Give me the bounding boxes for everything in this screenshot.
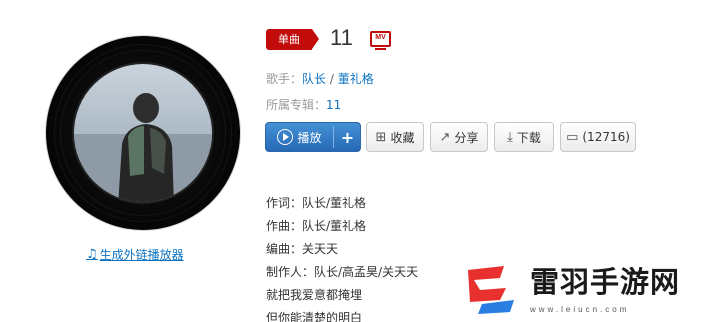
play-icon xyxy=(277,129,294,145)
badge-tip xyxy=(312,29,319,49)
mv-icon[interactable]: MV xyxy=(370,31,391,50)
download-icon: ⤓ xyxy=(507,129,513,145)
song-title: 11 xyxy=(330,25,353,50)
download-label: 下载 xyxy=(516,130,541,145)
comment-count: (12716) xyxy=(582,130,630,144)
album-label: 所属专辑： xyxy=(266,98,327,112)
singer-row: 歌手：队长 / 董礼格 xyxy=(266,70,374,87)
lyric-line: 就把我爱意都掩埋 xyxy=(266,288,363,302)
lyric-line: 编曲：关天天 xyxy=(266,242,339,256)
share-label: 分享 xyxy=(454,130,479,145)
collect-button[interactable]: ⊞ 收藏 xyxy=(366,122,424,152)
cover-artwork xyxy=(74,64,212,202)
singer-link-1[interactable]: 队长 xyxy=(302,72,326,86)
play-button[interactable]: 播放 xyxy=(266,123,333,151)
generate-embed-player-link[interactable]: ♫ 生成外链播放器 xyxy=(86,246,184,263)
singer-separator: / xyxy=(326,72,338,86)
comment-icon: ▭ xyxy=(566,129,579,145)
comment-button[interactable]: ▭ (12716) xyxy=(560,122,636,152)
album-cover-image[interactable] xyxy=(72,62,214,204)
play-button-group: 播放 + xyxy=(265,122,361,152)
collect-icon: ⊞ xyxy=(375,129,387,145)
lyric-line: 制作人：队长/高孟昊/关天天 xyxy=(266,265,419,279)
watermark-url: www.leiucn.com xyxy=(530,305,630,314)
lyric-line: 但你能清楚的明白 xyxy=(266,311,363,322)
play-label: 播放 xyxy=(297,130,322,145)
share-button[interactable]: ↗ 分享 xyxy=(430,122,488,152)
collect-label: 收藏 xyxy=(390,130,415,145)
single-badge-label: 单曲 xyxy=(266,29,312,50)
watermark-logo-icon xyxy=(468,266,514,314)
lyric-line: 作词：队长/董礼格 xyxy=(266,196,367,210)
album-link[interactable]: 11 xyxy=(326,98,341,112)
single-badge: 单曲 xyxy=(266,29,319,50)
singer-link-2[interactable]: 董礼格 xyxy=(338,72,374,86)
download-button[interactable]: ⤓ 下载 xyxy=(494,122,554,152)
album-row: 所属专辑：11 xyxy=(266,96,341,113)
add-to-playlist-button[interactable]: + xyxy=(334,123,360,151)
embed-link-label: 生成外链播放器 xyxy=(99,248,184,262)
music-note-icon: ♫ xyxy=(86,247,98,262)
share-icon: ↗ xyxy=(439,129,451,145)
watermark-text: 雷羽手游网 xyxy=(530,265,681,299)
lyric-line: 作曲：队长/董礼格 xyxy=(266,219,367,233)
singer-label: 歌手： xyxy=(266,72,303,86)
